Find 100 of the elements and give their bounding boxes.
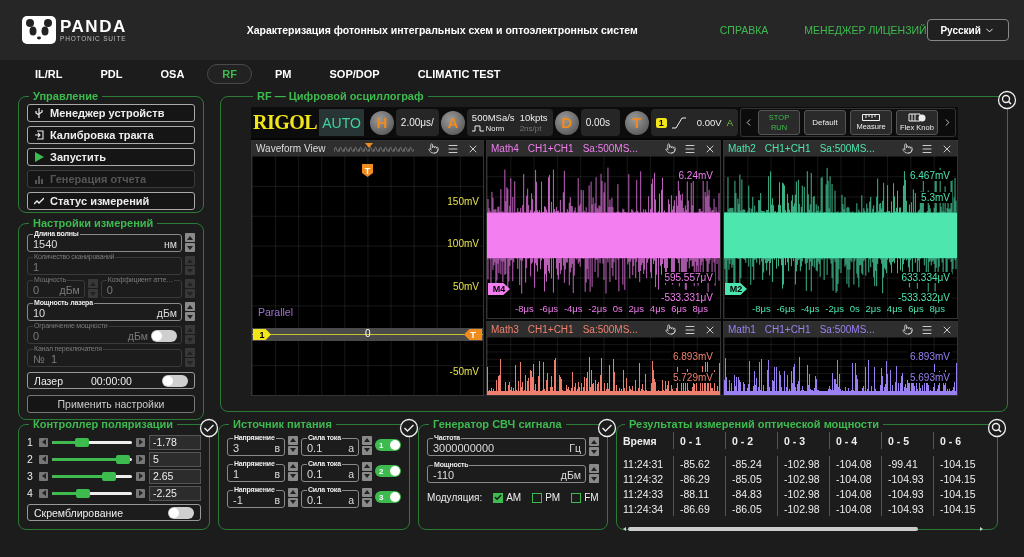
pointer-icon[interactable]: [665, 143, 676, 154]
stepper[interactable]: [288, 487, 298, 507]
axis-tick: 100mV: [447, 238, 479, 249]
toggle-switch[interactable]: [168, 506, 194, 519]
value-field[interactable]: 5: [149, 451, 201, 467]
axis-tick: 6μs: [908, 303, 924, 314]
slider-thumb[interactable]: [116, 454, 130, 464]
control-button[interactable]: Запустить: [27, 148, 195, 166]
table-cell: -102.98: [777, 471, 829, 486]
axis-tick: -4μs: [563, 303, 583, 314]
control-button[interactable]: Калибровка тракта: [27, 126, 195, 144]
axis-tick: -6μs: [776, 303, 796, 314]
menu-icon[interactable]: [684, 142, 696, 155]
value-field[interactable]: -2.25: [149, 485, 201, 501]
field-value: 1540: [33, 238, 59, 250]
horizontal-scrollbar[interactable]: [623, 526, 983, 532]
stepper[interactable]: [589, 464, 599, 483]
tab[interactable]: IL/RL: [20, 64, 78, 84]
stepper[interactable]: [288, 435, 298, 455]
mode-label: Parallel: [258, 306, 294, 318]
math-name: Math4: [491, 143, 519, 154]
resolution-text: 2ns/pt: [519, 123, 543, 134]
check-circle-icon[interactable]: [199, 418, 219, 438]
slider-thumb[interactable]: [102, 471, 117, 481]
axis-tick: -50mV: [449, 366, 479, 377]
menu-icon[interactable]: [921, 142, 933, 155]
stepper[interactable]: [589, 437, 599, 456]
mode-indicator[interactable]: AUTO: [319, 109, 364, 136]
tab[interactable]: PDL: [85, 64, 138, 84]
tab[interactable]: PM: [260, 64, 307, 84]
stepper[interactable]: [362, 461, 372, 481]
window-title: Waveform View: [256, 143, 326, 154]
stepper[interactable]: [288, 461, 298, 481]
field-value: 0: [33, 330, 41, 342]
default-button[interactable]: Default: [804, 110, 846, 135]
control-button[interactable]: Статус измерений: [27, 192, 195, 210]
pointer-icon[interactable]: [902, 324, 913, 335]
language-select[interactable]: Русский: [926, 19, 1009, 41]
tab[interactable]: RF: [207, 64, 252, 84]
table-cell: -104.15: [933, 471, 985, 486]
header-link[interactable]: МЕНЕДЖЕР ЛИЦЕНЗИЙ: [804, 24, 927, 36]
control-button[interactable]: Менеджер устройств: [27, 104, 195, 122]
search-icon[interactable]: [997, 90, 1017, 110]
panel-title: Настройки измерений: [32, 217, 155, 229]
field-value: 0.1: [307, 468, 324, 480]
stepper[interactable]: [185, 233, 195, 252]
field-value: -1: [233, 494, 244, 506]
source-label: CH1+CH1: [527, 143, 574, 154]
pointer-icon[interactable]: [665, 324, 676, 335]
checkbox-label: PM: [545, 492, 561, 503]
checkbox[interactable]: [493, 492, 504, 503]
tab[interactable]: CLIMATIC TEST: [402, 64, 516, 84]
slider-track[interactable]: [52, 437, 132, 447]
table-cell: -104.08: [829, 486, 881, 501]
apply-button[interactable]: Применить настройки: [27, 395, 195, 413]
axis-tick: 50mV: [452, 281, 479, 292]
menu-icon[interactable]: [921, 323, 933, 336]
sample-rate: Sa:500MS...: [819, 324, 875, 335]
search-icon[interactable]: [987, 418, 1007, 438]
table-cell: -104.93: [881, 501, 933, 516]
checkbox[interactable]: [532, 492, 543, 503]
tab[interactable]: SOP/DOP: [314, 64, 395, 84]
field-value: 0: [106, 284, 114, 296]
channel-number: 1: [27, 436, 34, 448]
table-cell: -85.05: [725, 471, 777, 486]
menu-icon[interactable]: [447, 142, 459, 155]
slider-track[interactable]: [52, 488, 132, 498]
checkbox[interactable]: [571, 492, 582, 503]
pointer-icon[interactable]: [902, 143, 913, 154]
check-circle-icon[interactable]: [597, 418, 617, 438]
slider-thumb[interactable]: [76, 488, 91, 498]
axis-tick: 0s: [612, 303, 623, 314]
pointer-icon[interactable]: [428, 143, 439, 154]
table-cell: -85.24: [725, 456, 777, 471]
tab[interactable]: OSA: [145, 64, 200, 84]
reading-text: 5.729mV: [670, 372, 715, 383]
stepper[interactable]: [362, 487, 372, 507]
brand-logo: RIGOL: [253, 111, 318, 134]
slider-thumb[interactable]: [75, 437, 90, 447]
toggle-switch[interactable]: [162, 374, 188, 387]
slider-track[interactable]: [52, 471, 132, 481]
table-cell: -104.08: [829, 456, 881, 471]
value-field[interactable]: -1.78: [149, 434, 201, 450]
unit-label: а: [348, 468, 354, 480]
app-title: Характеризация фотонных интегральных схем и оптоэлектронных систем: [246, 24, 638, 36]
channel-badge: 1: [655, 117, 667, 128]
axis-tick: 150mV: [447, 196, 479, 207]
header-link[interactable]: СПРАВКА: [719, 24, 769, 36]
check-circle-icon[interactable]: [399, 418, 419, 438]
menu-icon[interactable]: [684, 323, 696, 336]
reading-text: 5.693mV: [907, 372, 952, 383]
channel-number: 2: [27, 453, 34, 465]
play-icon: [34, 152, 44, 162]
stepper[interactable]: [185, 302, 195, 321]
stepper[interactable]: [362, 435, 372, 455]
usb-icon: [34, 108, 44, 118]
axis-tick: -4μs: [800, 303, 820, 314]
panel-title: Результаты измерений оптической мощности: [628, 418, 881, 430]
value-field[interactable]: 2.65: [149, 468, 201, 484]
field-value: -110: [433, 469, 456, 481]
